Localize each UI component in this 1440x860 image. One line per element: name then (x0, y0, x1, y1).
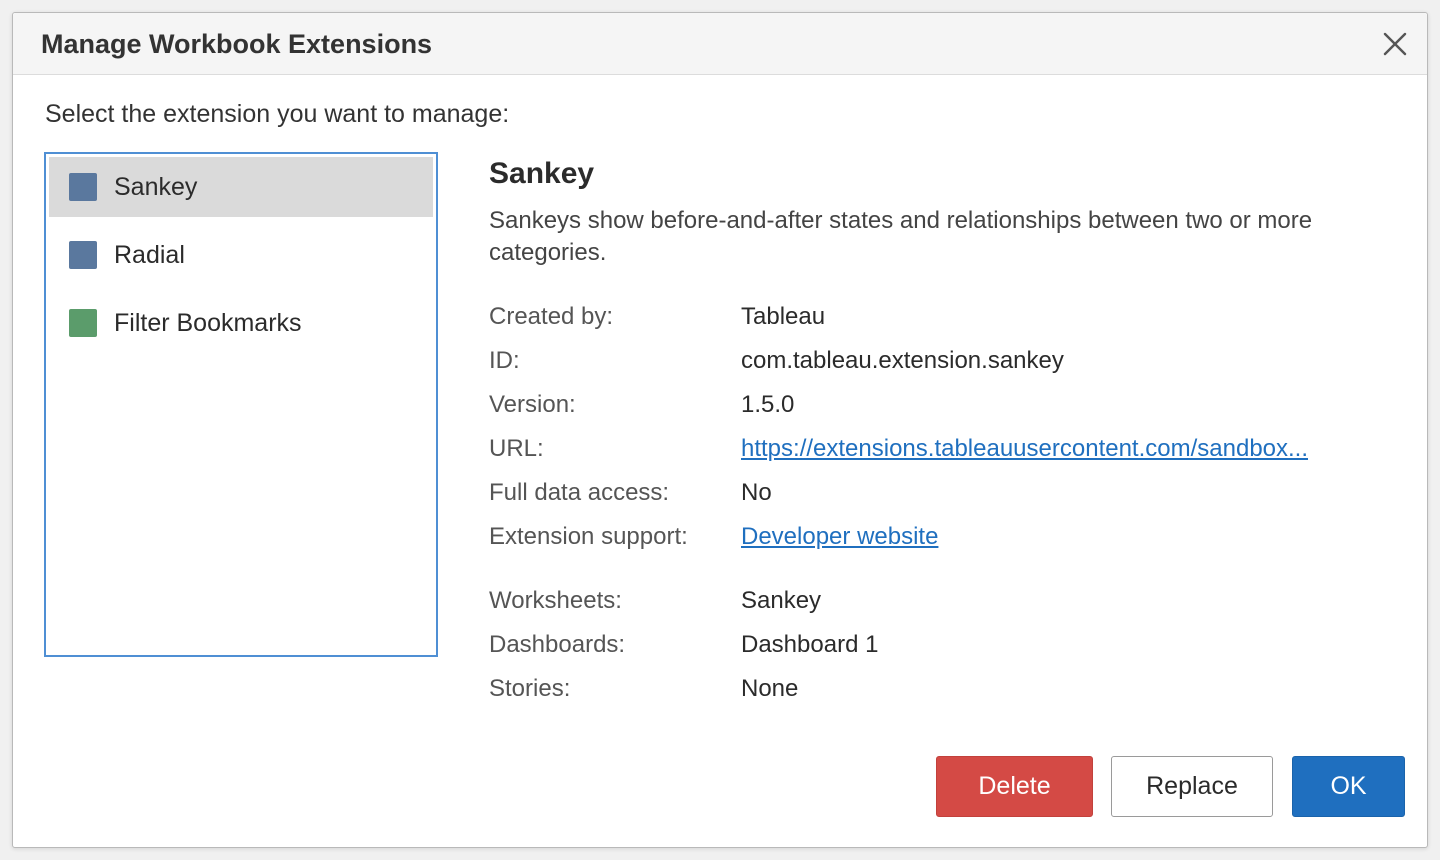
prop-id: ID: com.tableau.extension.sankey (489, 339, 1389, 383)
prop-label: Full data access: (489, 479, 670, 506)
prop-label: ID: (489, 347, 520, 374)
url-link[interactable]: https://extensions.tableauusercontent.co… (741, 435, 1308, 463)
extension-description: Sankeys show before-and-after states and… (489, 207, 1313, 266)
delete-button[interactable]: Delete (936, 756, 1093, 817)
stories-value: None (741, 675, 799, 702)
prop-version: Version: 1.5.0 (489, 383, 1389, 427)
prop-dashboards: Dashboards: Dashboard 1 (489, 623, 1389, 667)
dialog-title: Manage Workbook Extensions (41, 29, 433, 59)
prop-label: Dashboards: (489, 631, 626, 658)
prop-label: URL: (489, 435, 544, 462)
dashboards-value: Dashboard 1 (741, 631, 879, 658)
replace-button[interactable]: Replace (1111, 756, 1273, 817)
ok-button[interactable]: OK (1292, 756, 1405, 817)
extension-item-filter-bookmarks[interactable]: Filter Bookmarks (49, 293, 433, 353)
extension-item-sankey[interactable]: Sankey (49, 157, 433, 217)
prop-created-by: Created by: Tableau (489, 295, 1389, 339)
close-icon (1383, 32, 1407, 56)
prop-label: Worksheets: (489, 587, 622, 614)
extension-item-label: Radial (114, 240, 185, 269)
dialog-titlebar: Manage Workbook Extensions (13, 13, 1427, 75)
prop-label: Created by: (489, 303, 614, 330)
prop-support: Extension support: Developer website (489, 515, 1389, 559)
close-button[interactable] (1377, 26, 1413, 62)
prop-label: Stories: (489, 675, 571, 702)
prop-stories: Stories: None (489, 667, 1389, 711)
extension-name: Sankey (489, 157, 595, 190)
prop-data-access: Full data access: No (489, 471, 1389, 515)
extension-color-swatch (69, 173, 97, 201)
extension-color-swatch (69, 241, 97, 269)
id-value: com.tableau.extension.sankey (741, 347, 1064, 374)
prop-url: URL: https://extensions.tableauuserconte… (489, 427, 1389, 471)
extension-properties: Created by: Tableau ID: com.tableau.exte… (489, 295, 1389, 711)
created-by-value: Tableau (741, 303, 826, 330)
developer-website-link[interactable]: Developer website (741, 523, 938, 551)
worksheets-value: Sankey (741, 587, 822, 614)
data-access-value: No (741, 479, 772, 506)
extension-list[interactable]: Sankey Radial Filter Bookmarks (44, 152, 438, 657)
prop-worksheets: Worksheets: Sankey (489, 579, 1389, 623)
extension-details-panel: Sankey Sankeys show before-and-after sta… (489, 155, 1389, 711)
version-value: 1.5.0 (741, 391, 795, 418)
extension-item-label: Sankey (114, 172, 198, 201)
extension-item-label: Filter Bookmarks (114, 308, 302, 337)
prop-label: Version: (489, 391, 576, 418)
manage-extensions-dialog: Manage Workbook Extensions Select the ex… (12, 12, 1428, 848)
extension-item-radial[interactable]: Radial (49, 225, 433, 285)
select-prompt: Select the extension you want to manage: (45, 100, 510, 128)
extension-color-swatch (69, 309, 97, 337)
prop-label: Extension support: (489, 523, 688, 550)
